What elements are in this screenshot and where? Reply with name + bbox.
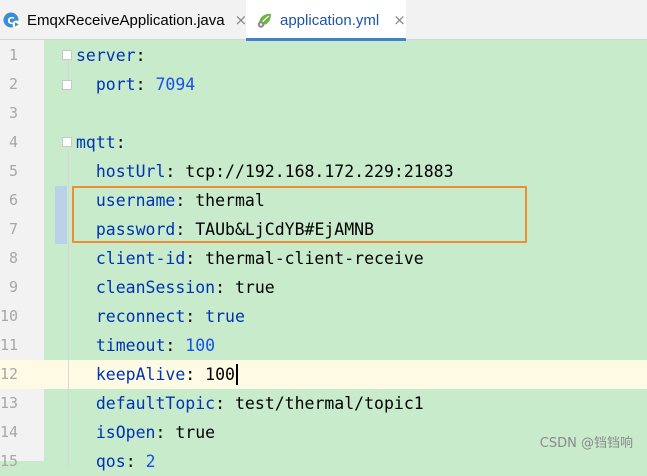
- yaml-value: test/thermal/topic1: [234, 394, 424, 413]
- code-line[interactable]: defaultTopic: test/thermal/topic1: [0, 389, 647, 418]
- watermark: CSDN @铛铛响: [539, 436, 633, 451]
- yaml-separator: :: [155, 423, 176, 442]
- close-tab-icon[interactable]: ×: [393, 11, 406, 29]
- code-text: isOpen: true: [76, 418, 215, 447]
- yaml-separator: :: [165, 336, 186, 355]
- java-class-run-icon: C: [3, 11, 21, 29]
- yaml-separator: :: [185, 249, 206, 268]
- credentials-highlight-box: [72, 186, 527, 243]
- text-cursor: [236, 364, 239, 385]
- yaml-value: true: [234, 278, 275, 297]
- yaml-separator: :: [125, 452, 146, 471]
- yaml-value: true: [205, 307, 245, 326]
- code-text: keepAlive: 100: [76, 360, 235, 389]
- yaml-separator: :: [185, 307, 206, 326]
- yaml-value: 7094: [155, 75, 196, 94]
- yaml-separator: :: [185, 365, 206, 384]
- tab-emqx-receive-application[interactable]: C EmqxReceiveApplication.java ×: [0, 0, 247, 40]
- yaml-key: defaultTopic: [95, 394, 216, 413]
- yaml-value: 100: [185, 336, 216, 355]
- yaml-key: timeout: [95, 336, 166, 355]
- code-line[interactable]: cleanSession: true: [0, 273, 647, 302]
- code-line[interactable]: timeout: 100: [0, 331, 647, 360]
- yaml-value: true: [175, 423, 216, 442]
- spring-yaml-icon: [256, 11, 274, 29]
- yaml-separator: :: [215, 278, 235, 297]
- code-line[interactable]: qos: 2: [0, 447, 647, 476]
- code-line[interactable]: port: 7094: [0, 70, 647, 99]
- code-line[interactable]: reconnect: true: [0, 302, 647, 331]
- code-line[interactable]: mqtt:: [0, 128, 647, 157]
- yaml-separator: :: [115, 133, 126, 152]
- code-text: defaultTopic: test/thermal/topic1: [76, 389, 424, 418]
- yaml-value: 100: [205, 365, 235, 384]
- code-line[interactable]: client-id: thermal-client-receive: [0, 244, 647, 273]
- yaml-value: tcp://192.168.172.229:21883: [185, 162, 454, 181]
- yaml-key: qos: [95, 452, 126, 471]
- tab-application-yml[interactable]: application.yml ×: [246, 0, 406, 41]
- code-text: qos: 2: [76, 447, 156, 476]
- code-line[interactable]: keepAlive: 100: [0, 360, 647, 389]
- code-text: reconnect: true: [76, 302, 245, 331]
- code-text: cleanSession: true: [76, 273, 275, 302]
- yaml-key: cleanSession: [95, 278, 216, 297]
- yaml-separator: :: [135, 75, 156, 94]
- yaml-separator: :: [215, 394, 235, 413]
- code-text: client-id: thermal-client-receive: [76, 244, 424, 273]
- yaml-key: hostUrl: [95, 162, 166, 181]
- yaml-key: mqtt: [76, 133, 116, 152]
- code-text: server:: [76, 41, 146, 70]
- code-text: hostUrl: tcp://192.168.172.229:21883: [76, 157, 454, 186]
- yaml-key: keepAlive: [95, 365, 186, 384]
- editor-tab-bar: C EmqxReceiveApplication.java × applicat…: [0, 0, 647, 41]
- yaml-key: server: [76, 46, 136, 65]
- yaml-key: reconnect: [95, 307, 186, 326]
- yaml-value: thermal-client-receive: [205, 249, 424, 268]
- code-line[interactable]: hostUrl: tcp://192.168.172.229:21883: [0, 157, 647, 186]
- yaml-key: client-id: [95, 249, 186, 268]
- yaml-separator: :: [135, 46, 146, 65]
- code-line[interactable]: [0, 99, 647, 128]
- yaml-key: isOpen: [95, 423, 156, 442]
- yaml-separator: :: [165, 162, 186, 181]
- yaml-key: port: [95, 75, 136, 94]
- code-text: mqtt:: [76, 128, 126, 157]
- tab-label: EmqxReceiveApplication.java: [27, 11, 225, 29]
- code-text: timeout: 100: [76, 331, 215, 360]
- tab-label: application.yml: [280, 11, 380, 29]
- code-line[interactable]: server:: [0, 41, 647, 70]
- code-text: port: 7094: [76, 70, 195, 99]
- yaml-value: 2: [145, 452, 156, 471]
